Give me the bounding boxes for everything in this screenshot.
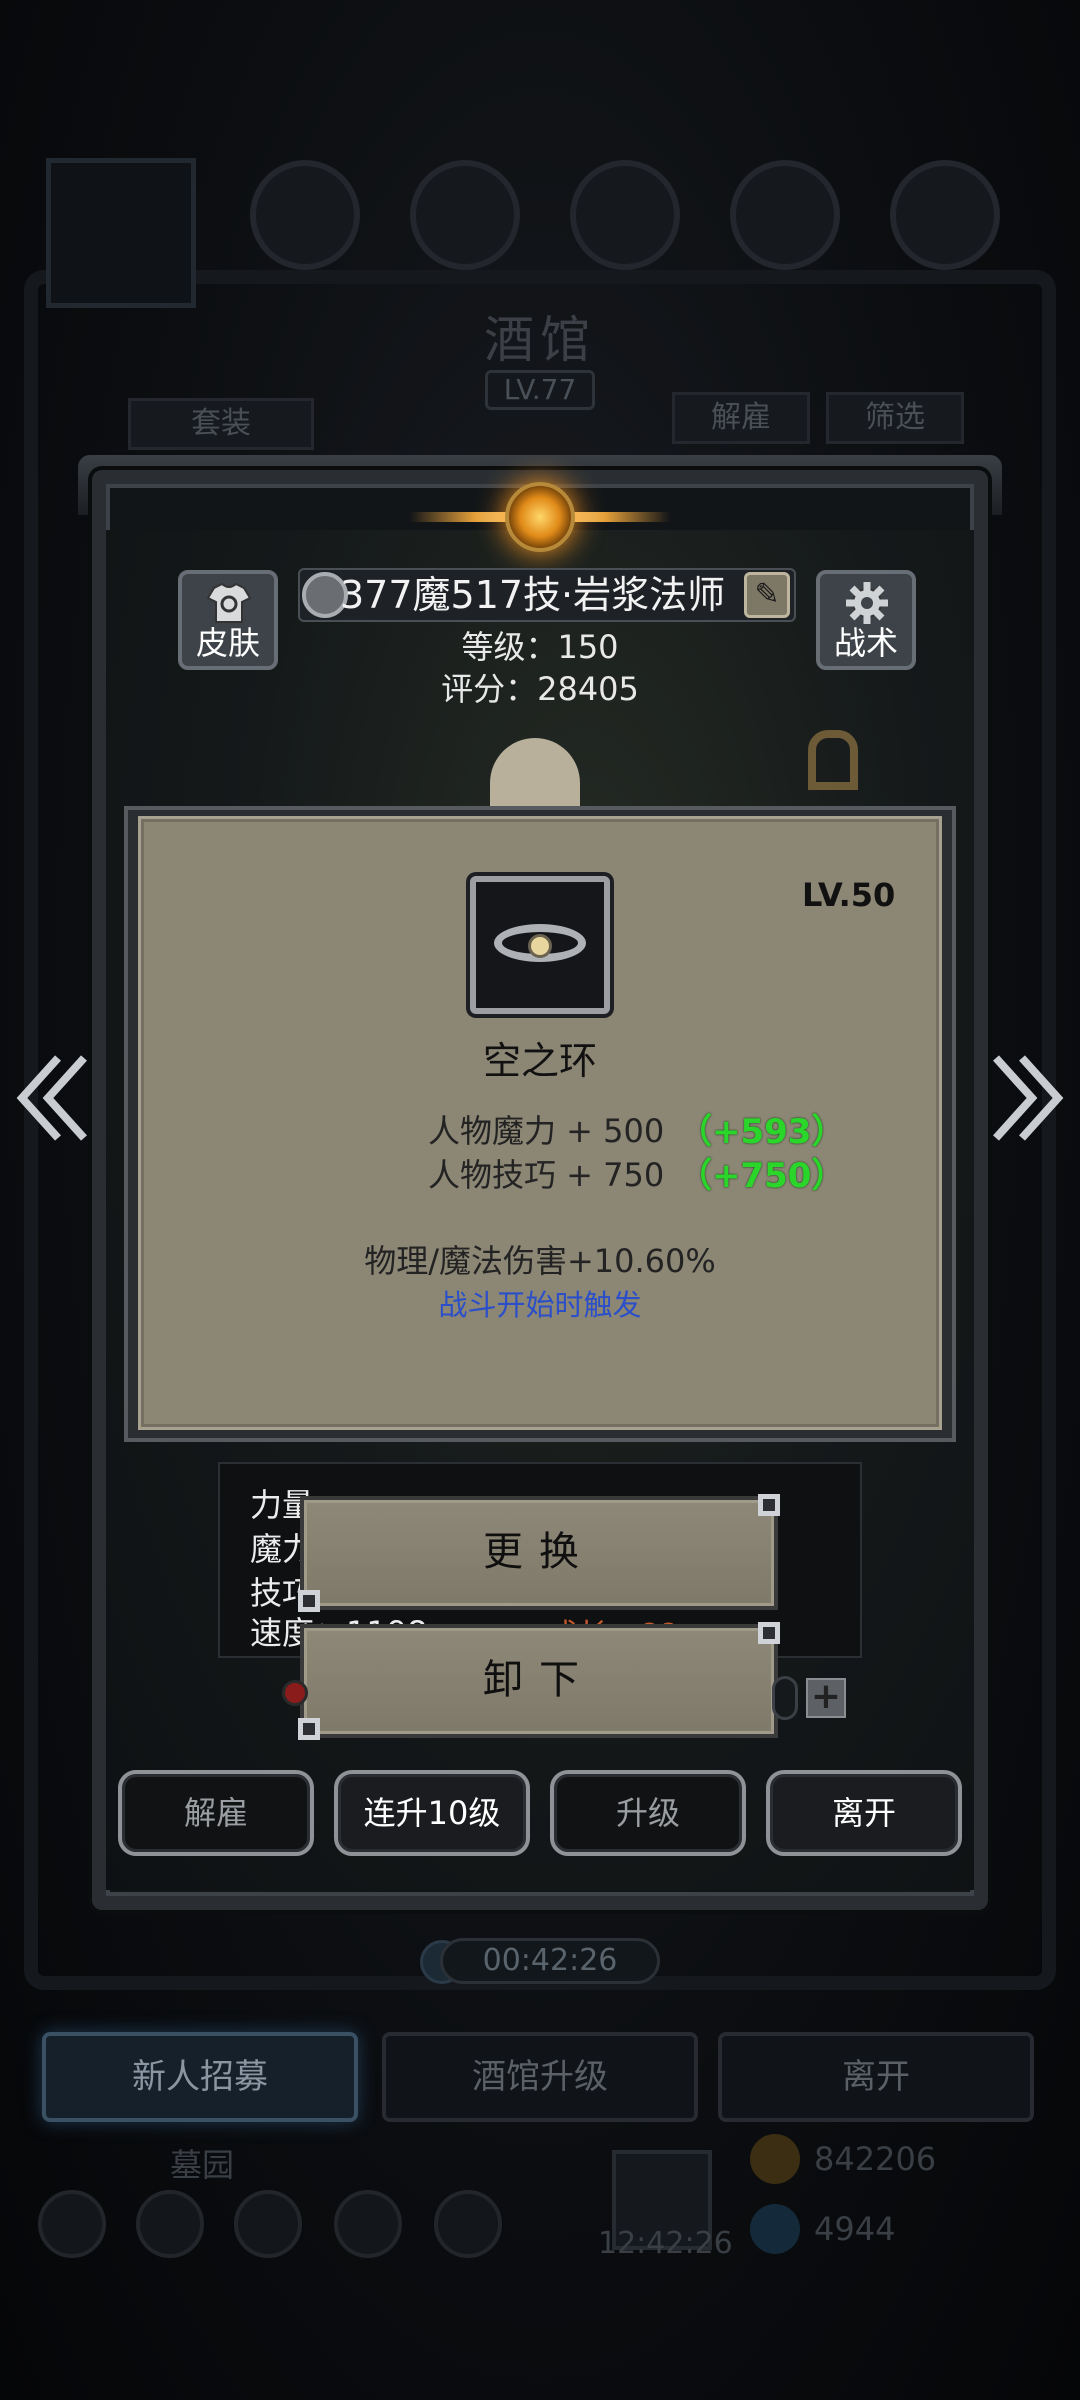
graveyard-label: 墓园	[170, 2146, 235, 2184]
leave-button[interactable]: 离开	[766, 1770, 962, 1856]
nav-circle-icon	[234, 2190, 302, 2258]
item-level: LV.50	[802, 876, 896, 914]
tavern-title: 酒馆	[484, 311, 596, 369]
emblem-icon	[505, 482, 575, 552]
nav-circle-icon	[38, 2190, 106, 2258]
menu-circle-icon	[410, 160, 520, 270]
level-up-button[interactable]: 升级	[550, 1770, 746, 1856]
item-attribute: 人物魔力 + 500	[428, 1112, 665, 1150]
tavern-level: LV.77	[485, 370, 595, 410]
item-trigger: 战斗开始时触发	[438, 1288, 642, 1322]
item-slot	[470, 876, 610, 1014]
tab-leave: 离开	[718, 2032, 1034, 2122]
portrait-slot-icon	[46, 158, 196, 308]
item-attribute: 人物技巧 + 750	[428, 1156, 665, 1194]
replace-button[interactable]: 更换	[298, 1494, 780, 1612]
gold-amount: 842206	[814, 2140, 937, 2178]
edit-icon[interactable]: ✎	[744, 572, 790, 618]
nav-circle-icon	[136, 2190, 204, 2258]
nav-circle-icon	[434, 2190, 502, 2258]
menu-circle-icon	[730, 160, 840, 270]
hero-name: 377魔517技·岩浆法师	[340, 573, 726, 617]
dismiss-tab-button: 解雇	[672, 392, 810, 444]
gem-icon	[750, 2204, 800, 2254]
item-attribute-bonus: （+593）	[678, 1112, 846, 1152]
corner-ornament	[758, 1622, 780, 1644]
gold-coin-icon	[750, 2134, 800, 2184]
tab-recruit: 新人招募	[42, 2032, 358, 2122]
corner-ornament	[758, 1494, 780, 1516]
clock-text: 12:42:26	[598, 2226, 733, 2261]
tab-tavern-upgrade: 酒馆升级	[382, 2032, 698, 2122]
red-indicator-icon	[282, 1680, 308, 1706]
unequip-label: 卸下	[483, 1657, 595, 1703]
item-effect: 物理/魔法伤害+10.60%	[364, 1242, 716, 1280]
item-attribute-bonus: （+750）	[678, 1156, 846, 1196]
plus-icon[interactable]: +	[806, 1678, 846, 1718]
hero-staff	[808, 730, 858, 790]
menu-circle-icon	[570, 160, 680, 270]
slider-handle	[772, 1676, 798, 1720]
corner-ornament	[298, 1590, 320, 1612]
nav-circle-icon	[334, 2190, 402, 2258]
replace-label: 更换	[483, 1529, 595, 1575]
filter-tab-button: 筛选	[826, 392, 964, 444]
hero-score: 评分：28405	[441, 670, 639, 708]
dismiss-button[interactable]: 解雇	[118, 1770, 314, 1856]
item-name: 空之环	[482, 1039, 597, 1083]
menu-circle-icon	[890, 160, 1000, 270]
set-button: 套装	[128, 398, 314, 450]
top-icon-row	[40, 158, 1040, 308]
gem-amount: 4944	[814, 2210, 896, 2248]
corner-ornament	[298, 1718, 320, 1740]
refresh-timer: 00:42:26	[440, 1938, 660, 1984]
ring-gem-icon	[528, 934, 552, 958]
menu-circle-icon	[250, 160, 360, 270]
hero-level: 等级：150	[461, 628, 619, 666]
level-up-10-button[interactable]: 连升10级	[334, 1770, 530, 1856]
unequip-button[interactable]: 卸下	[298, 1622, 780, 1740]
